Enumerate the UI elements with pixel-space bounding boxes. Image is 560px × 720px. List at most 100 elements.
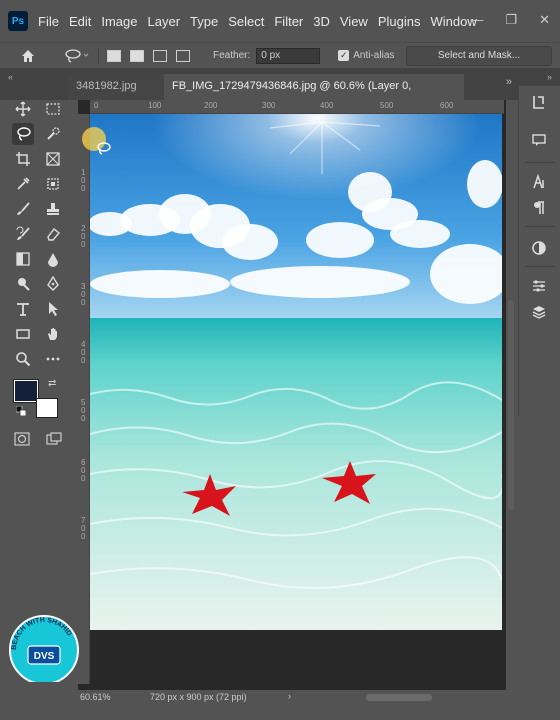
- ruler-tick: 0: [81, 184, 86, 193]
- menu-image[interactable]: Image: [101, 14, 137, 29]
- collapse-right-icon[interactable]: »: [547, 72, 552, 82]
- foreground-color-swatch[interactable]: [13, 379, 39, 403]
- document-image[interactable]: [90, 114, 502, 630]
- default-colors-icon[interactable]: [16, 406, 26, 416]
- document-size: 720 px x 900 px (72 ppi): [150, 692, 247, 702]
- ruler-tick: 0: [81, 240, 86, 249]
- swap-colors-icon[interactable]: ⇄: [48, 378, 56, 389]
- comments-icon[interactable]: [529, 130, 549, 150]
- ruler-tick: 0: [81, 532, 86, 541]
- ruler-tick: 600: [440, 101, 454, 110]
- vertical-ruler: 1 0 0 2 0 0 3 0 0 4 0 0 5 0 0 6 0 0 7 0 …: [78, 114, 90, 684]
- rectangle-icon[interactable]: [12, 323, 34, 345]
- ruler-tick: 0: [81, 298, 86, 307]
- tabs-overflow-icon[interactable]: »: [506, 76, 512, 88]
- zoom-level[interactable]: 60.61%: [80, 692, 111, 702]
- restore-button[interactable]: ❐: [505, 12, 517, 28]
- eraser-icon[interactable]: [42, 223, 64, 245]
- marquee-icon[interactable]: [42, 98, 64, 120]
- subtract-selection-icon[interactable]: [153, 49, 167, 62]
- horizontal-scrollbar[interactable]: [366, 694, 432, 701]
- close-button[interactable]: ✕: [539, 12, 550, 28]
- blur-icon[interactable]: [42, 248, 64, 270]
- paragraph-icon[interactable]: [529, 198, 549, 218]
- brush-icon[interactable]: [12, 198, 34, 220]
- frame-icon[interactable]: [42, 148, 64, 170]
- pen-icon[interactable]: [42, 273, 64, 295]
- status-menu-icon[interactable]: ›: [288, 691, 291, 701]
- history-brush-icon[interactable]: [12, 223, 34, 245]
- antialias-checkbox[interactable]: ✓: [338, 50, 350, 61]
- add-selection-icon[interactable]: [130, 49, 144, 62]
- divider: [525, 162, 555, 163]
- screen-mode-icon[interactable]: [46, 432, 62, 446]
- tab-label: 3481982.jpg: [76, 80, 137, 92]
- ruler-tick: 0: [81, 414, 86, 423]
- antialias-label: Anti-alias: [353, 50, 395, 61]
- more-tools-icon[interactable]: [42, 348, 64, 370]
- zoom-icon[interactable]: [12, 348, 34, 370]
- background-color-swatch[interactable]: [36, 398, 58, 418]
- status-bar: 60.61% 720 px x 900 px (72 ppi) ›: [0, 690, 560, 706]
- menu-3d[interactable]: 3D: [313, 14, 330, 29]
- character-icon[interactable]: [529, 172, 549, 192]
- menu-type[interactable]: Type: [190, 14, 218, 29]
- channel-watermark-logo: BEACH WITH SHAHID DVS: [9, 615, 79, 682]
- horizontal-ruler: 0 100 200 300 400 500 600: [90, 100, 504, 114]
- gradient-icon[interactable]: [12, 248, 34, 270]
- window-controls: — ❐ ✕: [470, 12, 550, 28]
- ruler-tick: 0: [81, 356, 86, 365]
- collapse-left-icon[interactable]: «: [8, 72, 13, 82]
- home-icon[interactable]: [20, 48, 36, 64]
- menu-view[interactable]: View: [340, 14, 368, 29]
- lasso-icon[interactable]: [12, 123, 34, 145]
- ruler-tick: 100: [148, 101, 162, 110]
- libraries-icon[interactable]: [529, 92, 549, 112]
- ruler-tick: 0: [94, 101, 99, 110]
- lasso-cursor-icon: [82, 127, 111, 155]
- feather-input[interactable]: 0 px: [256, 47, 321, 64]
- eyedropper-icon[interactable]: [12, 173, 34, 195]
- right-panel-dock: [518, 86, 560, 416]
- ruler-tick: 400: [320, 101, 334, 110]
- menu-bar: Ps File Edit Image Layer Type Select Fil…: [0, 0, 560, 42]
- select-and-mask-button[interactable]: Select and Mask...: [406, 46, 552, 66]
- lasso-preset-icon[interactable]: [64, 48, 90, 64]
- tab-document-1[interactable]: 3481982.jpg: [68, 74, 164, 100]
- hand-icon[interactable]: [42, 323, 64, 345]
- patch-icon[interactable]: [42, 173, 64, 195]
- quick-select-icon[interactable]: [42, 123, 64, 145]
- move-icon[interactable]: [12, 98, 34, 120]
- divider: [98, 47, 99, 64]
- adjustments-icon[interactable]: [529, 238, 549, 258]
- menu-layer[interactable]: Layer: [148, 14, 181, 29]
- menu-select[interactable]: Select: [228, 14, 264, 29]
- vertical-scrollbar[interactable]: [508, 300, 514, 510]
- properties-icon[interactable]: [529, 276, 549, 296]
- type-icon[interactable]: [12, 298, 34, 320]
- quick-mask-icon[interactable]: [14, 432, 30, 446]
- menu-filter[interactable]: Filter: [274, 14, 303, 29]
- ruler-tick: 0: [81, 474, 86, 483]
- layers-icon[interactable]: [529, 302, 549, 322]
- app-logo: Ps: [8, 11, 28, 31]
- new-selection-icon[interactable]: [107, 49, 121, 62]
- crop-icon[interactable]: [12, 148, 34, 170]
- dodge-icon[interactable]: [12, 273, 34, 295]
- ruler-tick: 500: [380, 101, 394, 110]
- divider: [525, 266, 555, 267]
- menu-items: File Edit Image Layer Type Select Filter…: [38, 14, 477, 29]
- stamp-icon[interactable]: [42, 198, 64, 220]
- intersect-selection-icon[interactable]: [176, 49, 190, 62]
- path-select-icon[interactable]: [42, 298, 64, 320]
- tab-document-2[interactable]: FB_IMG_1729479436846.jpg @ 60.6% (Layer …: [164, 74, 464, 116]
- watermark-badge: DVS: [34, 651, 55, 662]
- minimize-button[interactable]: —: [470, 12, 483, 28]
- menu-file[interactable]: File: [38, 14, 59, 29]
- divider: [525, 226, 555, 227]
- document-tabs: « 3481982.jpg FB_IMG_1729479436846.jpg @…: [0, 68, 560, 116]
- ruler-tick: 200: [204, 101, 218, 110]
- feather-label: Feather:: [213, 50, 251, 61]
- menu-edit[interactable]: Edit: [69, 14, 91, 29]
- menu-plugins[interactable]: Plugins: [378, 14, 421, 29]
